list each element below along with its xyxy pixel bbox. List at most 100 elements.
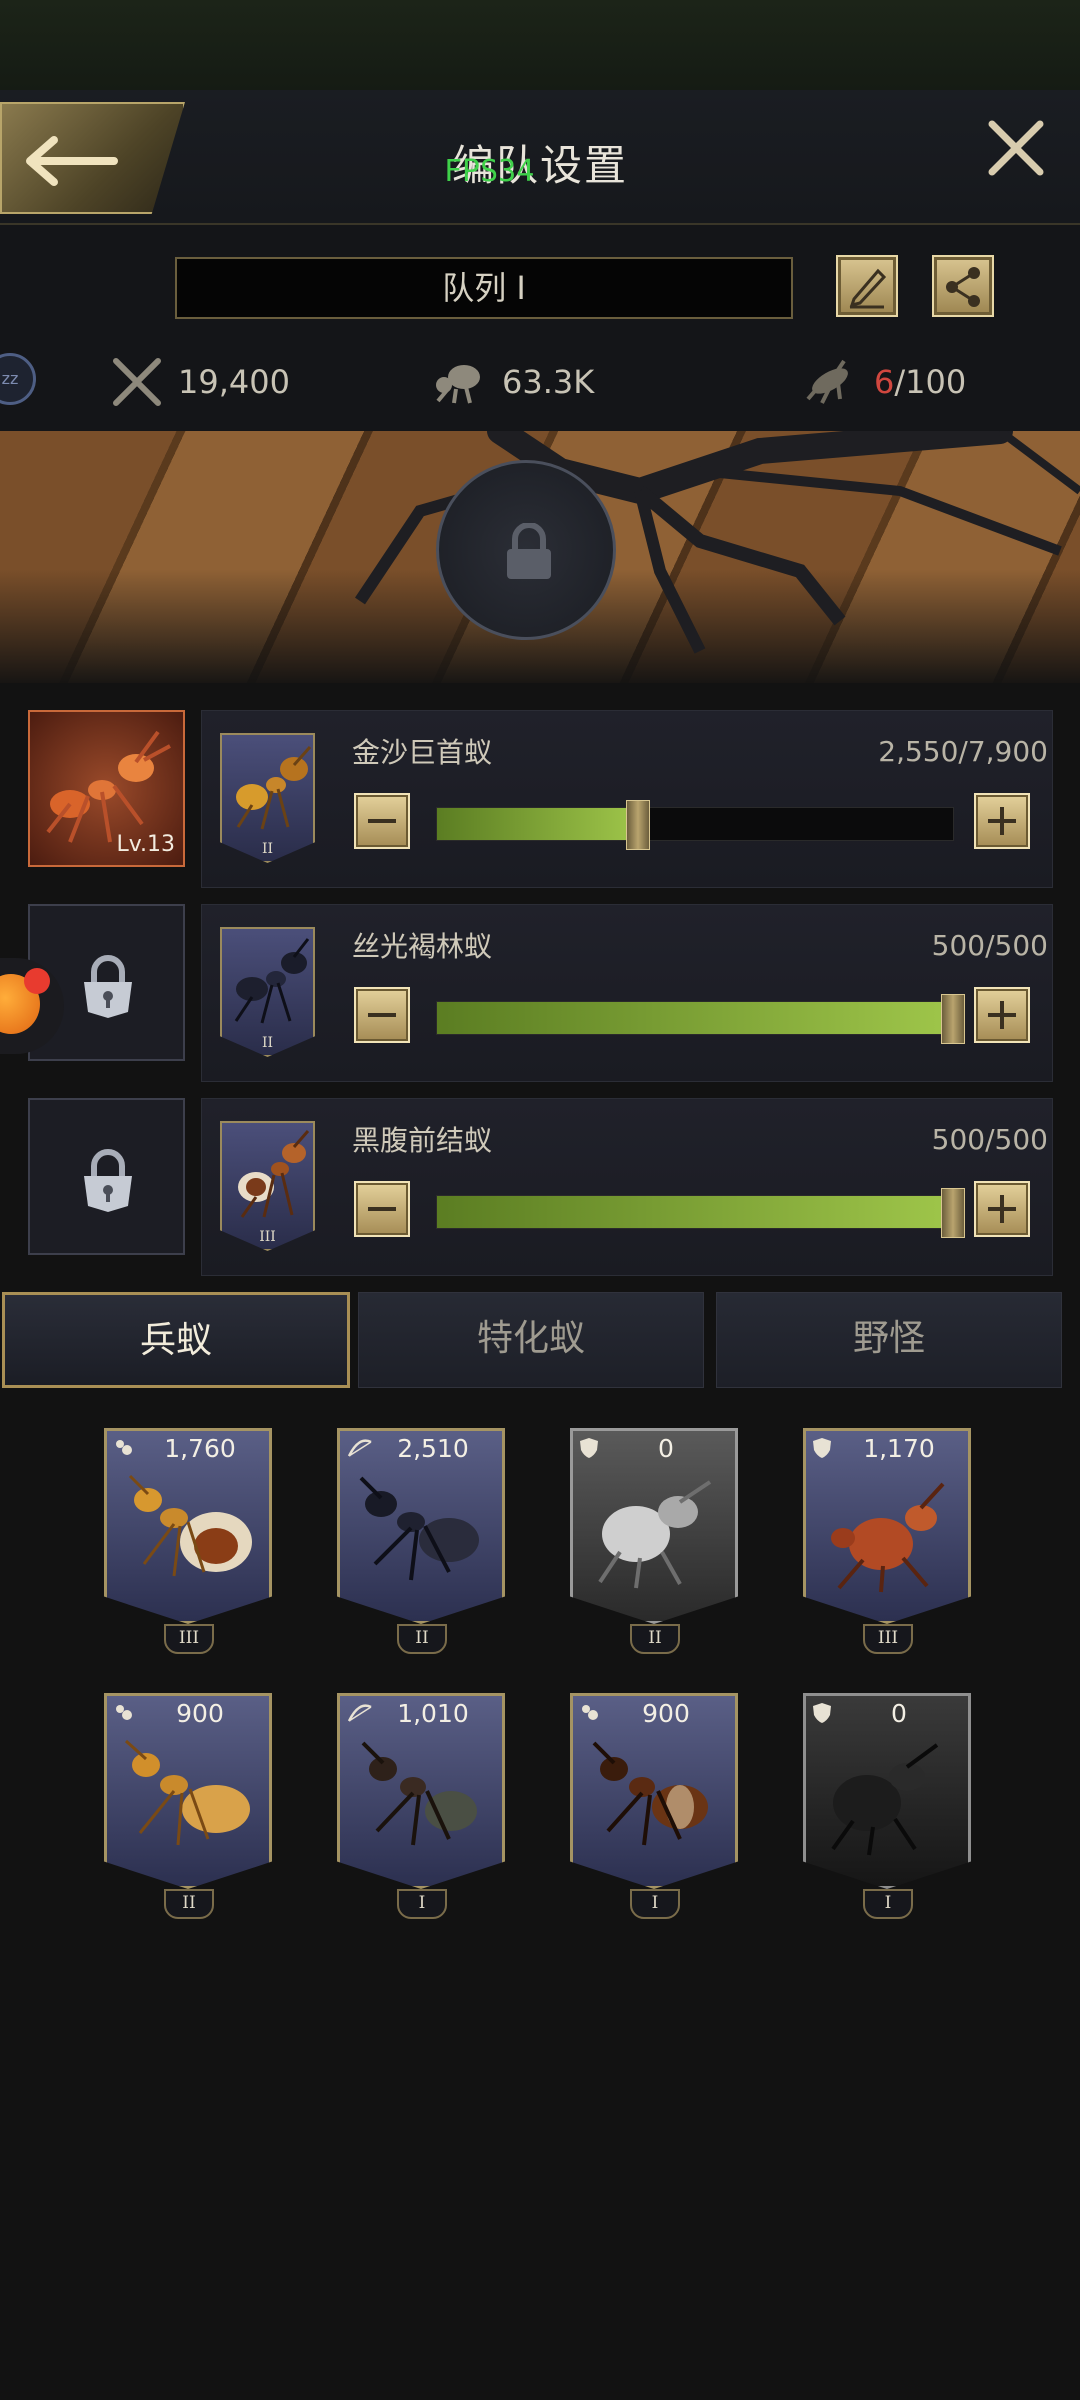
ant-count-icon [806, 359, 848, 404]
team-info: 队列 I zz 19,400 63.3K 6 /100 [0, 225, 1080, 431]
commander-portrait[interactable]: Lv.13 [28, 710, 185, 867]
tier-label: III [863, 1624, 913, 1654]
ant-illustration [598, 1480, 712, 1589]
troop-count: 2,550/7,900 [878, 735, 1048, 768]
slider-fill [437, 1002, 953, 1034]
notification-dot [24, 968, 50, 994]
share-icon [946, 267, 980, 307]
share-button[interactable] [932, 255, 994, 317]
ant-illustration [124, 1739, 250, 1846]
unit-card[interactable]: 1,010 I [337, 1693, 505, 1919]
slider-handle[interactable] [941, 994, 965, 1044]
edit-icon [849, 268, 887, 309]
team-name-field[interactable]: 队列 I [175, 257, 793, 319]
troop-slider[interactable] [436, 800, 954, 850]
troop-slider[interactable] [436, 994, 965, 1044]
rename-button[interactable] [836, 255, 898, 317]
load-stat: 63.3K [428, 355, 594, 409]
unit-count: 2,510 [397, 1434, 469, 1463]
troop-slot: III 黑腹前结蚁 500/500 [0, 1098, 1080, 1278]
status-bar-area [0, 0, 1080, 90]
troop-count: 500/500 [931, 929, 1048, 962]
unit-card[interactable]: 900 II [104, 1693, 272, 1919]
troop-count-max: /100 [894, 363, 967, 401]
troop-count-current: 6 [874, 363, 895, 401]
ant-illustration [831, 1482, 945, 1593]
ant-illustration [592, 1741, 708, 1846]
unit-card[interactable]: 1,170 III [803, 1428, 971, 1654]
tier-label: II [397, 1624, 447, 1654]
unit-card[interactable]: 0 I [803, 1693, 971, 1919]
increase-button[interactable] [974, 793, 1030, 849]
tab-wild-monsters[interactable]: 野怪 [716, 1292, 1062, 1388]
troop-card: II 金沙巨首蚁 2,550/7,900 [201, 710, 1053, 888]
close-icon[interactable] [986, 118, 1046, 178]
troop-slot: II 丝光褐林蚁 500/500 [0, 904, 1080, 1084]
troop-name: 金沙巨首蚁 [352, 736, 493, 769]
tab-soldier-ants[interactable]: 兵蚁 [2, 1292, 350, 1388]
slider-handle[interactable] [941, 1188, 965, 1238]
troop-thumbnail: II [220, 733, 315, 863]
tier-label: I [397, 1889, 447, 1919]
decrease-button[interactable] [354, 987, 410, 1043]
decrease-button[interactable] [354, 793, 410, 849]
tier-label: II [164, 1889, 214, 1919]
unit-count: 0 [891, 1699, 907, 1728]
slider-handle[interactable] [626, 800, 651, 850]
sleep-badge[interactable]: zz [0, 353, 36, 405]
ant-illustration [236, 746, 312, 830]
unit-count: 1,760 [164, 1434, 236, 1463]
unit-count: 1,170 [863, 1434, 935, 1463]
troop-count: 500/500 [931, 1123, 1048, 1156]
unit-card[interactable]: 1,760 III [104, 1428, 272, 1654]
padlock-icon [84, 1149, 132, 1212]
level-badge: Lv.13 [116, 832, 175, 857]
unit-count: 900 [176, 1699, 224, 1728]
ant-illustration [361, 1741, 477, 1846]
increase-button[interactable] [974, 1181, 1030, 1237]
tier-label: II [630, 1624, 680, 1654]
padlock-icon [507, 523, 551, 579]
tab-special-ants[interactable]: 特化蚁 [358, 1292, 704, 1388]
padlock-icon [84, 955, 132, 1018]
tier-label: III [259, 1229, 276, 1245]
unit-count: 0 [658, 1434, 674, 1463]
slider-fill [437, 1196, 953, 1228]
unit-card[interactable]: 900 I [570, 1693, 738, 1919]
troop-name: 黑腹前结蚁 [352, 1124, 493, 1157]
slider-fill [437, 808, 639, 840]
ant-illustration [128, 1474, 252, 1577]
increase-button[interactable] [974, 987, 1030, 1043]
page-title: 编队设置 [451, 141, 628, 190]
unit-count: 900 [642, 1699, 690, 1728]
locked-slot-button[interactable] [436, 460, 616, 640]
troop-card: II 丝光褐林蚁 500/500 [201, 904, 1053, 1082]
troop-thumbnail: II [220, 927, 315, 1057]
unit-card[interactable]: 2,510 II [337, 1428, 505, 1654]
tier-label: I [630, 1889, 680, 1919]
troop-name: 丝光褐林蚁 [352, 930, 493, 963]
tier-label: III [164, 1624, 214, 1654]
load-value: 63.3K [502, 363, 595, 401]
troop-slider[interactable] [436, 1188, 965, 1238]
ant-load-icon [436, 365, 480, 404]
attack-value: 19,400 [178, 363, 290, 401]
ant-illustration [831, 1743, 939, 1856]
ant-illustration [238, 1130, 310, 1218]
crossed-swords-icon [113, 358, 161, 406]
unit-card[interactable]: 0 II [570, 1428, 738, 1654]
troop-thumbnail: III [220, 1121, 315, 1251]
ant-illustration [359, 1476, 479, 1581]
unit-count: 1,010 [397, 1699, 469, 1728]
troop-count-stat: 6 /100 [800, 355, 966, 409]
header: 编队设置 FPS34 [0, 90, 1080, 225]
troop-slot: Lv.13 II 金沙巨首蚁 2,550/7,900 [0, 710, 1080, 890]
locked-commander-slot[interactable] [28, 1098, 185, 1255]
troop-card: III 黑腹前结蚁 500/500 [201, 1098, 1053, 1276]
tier-label: I [863, 1889, 913, 1919]
ant-illustration [234, 938, 310, 1024]
fps-overlay: FPS34 [444, 154, 535, 189]
attack-stat: 19,400 [110, 355, 290, 409]
decrease-button[interactable] [354, 1181, 410, 1237]
tier-label: II [261, 1035, 274, 1051]
